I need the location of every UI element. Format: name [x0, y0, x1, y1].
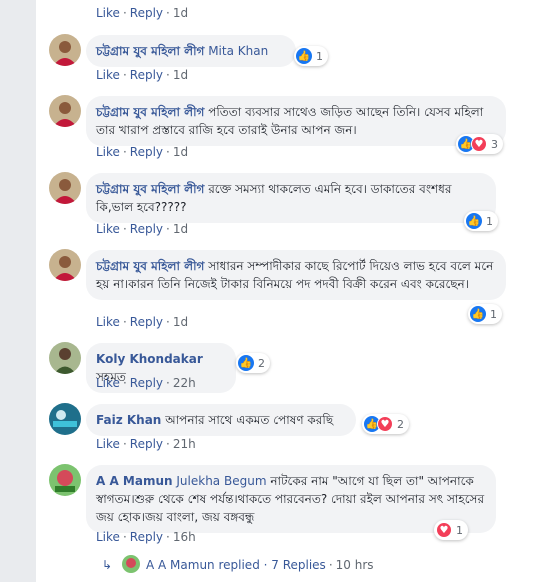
comment-time[interactable]: 21h	[173, 437, 196, 451]
reply-link[interactable]: Reply	[130, 530, 163, 544]
like-icon: 👍	[466, 213, 482, 229]
comment-bubble: চট্টগ্রাম যুব মহিলা লীগ Mita Khan	[86, 35, 296, 67]
comment-actions: Like · Reply · 21h	[96, 437, 196, 451]
comment-bubble: চট্টগ্রাম যুব মহিলা লীগ রক্তে সমস্যা থাক…	[86, 173, 496, 223]
reply-link[interactable]: Reply	[130, 222, 163, 236]
comment-bubble: Faiz Khan আপনার সাথে একমত পোষণ করছি	[86, 404, 356, 436]
reply-link[interactable]: Reply	[130, 68, 163, 82]
like-link[interactable]: Like	[96, 145, 120, 159]
like-icon: 👍	[296, 48, 312, 64]
comment-time[interactable]: 22h	[173, 376, 196, 390]
replies-link[interactable]: A A Mamun replied · 7 Replies · 10 hrs	[146, 558, 374, 572]
comments-panel: Like · Reply · 1d চট্টগ্রাম যুব মহিলা লীগ Mi…	[36, 0, 539, 582]
avatar[interactable]	[49, 34, 81, 66]
replies-time: 10 hrs	[335, 558, 374, 572]
reaction-summary[interactable]: 👍 ♥ 2	[362, 414, 409, 434]
reply-link[interactable]: Reply	[130, 376, 163, 390]
reply-link[interactable]: Reply	[130, 437, 163, 451]
like-link[interactable]: Like	[96, 315, 120, 329]
comment-author[interactable]: A A Mamun	[96, 474, 173, 488]
avatar[interactable]	[49, 172, 81, 204]
comment-actions: Like · Reply · 16h	[96, 530, 196, 544]
comment-author[interactable]: Koly Khondakar	[96, 352, 203, 366]
like-link[interactable]: Like	[96, 6, 120, 20]
comment-time[interactable]: 16h	[173, 530, 196, 544]
reaction-summary[interactable]: 👍 2	[236, 353, 270, 373]
reaction-summary[interactable]: 👍 1	[294, 46, 328, 66]
comment-text: আপনার সাথে একমত পোষণ করছি	[165, 413, 334, 427]
comment-author[interactable]: চট্টগ্রাম যুব মহিলা লীগ	[96, 259, 204, 273]
comment-time[interactable]: 1d	[173, 145, 188, 159]
comment-author[interactable]: Faiz Khan	[96, 413, 161, 427]
comment-actions: Like · Reply · 1d	[96, 222, 189, 236]
tagged-user[interactable]: Julekha Begum	[176, 474, 266, 488]
avatar[interactable]	[49, 342, 81, 374]
reply-link[interactable]: Reply	[130, 6, 163, 20]
reply-arrow-icon: ↳	[102, 558, 113, 572]
like-link[interactable]: Like	[96, 68, 120, 82]
avatar[interactable]	[49, 464, 81, 496]
reaction-summary[interactable]: 👍 1	[464, 211, 498, 231]
love-icon: ♥	[471, 136, 487, 152]
avatar	[122, 555, 140, 573]
comment-bubble: চট্টগ্রাম যুব মহিলা লীগ সাধারন সম্পাদীকা…	[86, 250, 506, 300]
reaction-summary[interactable]: 👍 ♥ 3	[456, 134, 503, 154]
like-link[interactable]: Like	[96, 530, 120, 544]
comment-actions: Like · Reply · 1d	[96, 68, 189, 82]
comment-actions: Like · Reply · 22h	[96, 376, 196, 390]
comment-actions: Like · Reply · 1d	[96, 145, 189, 159]
like-link[interactable]: Like	[96, 222, 120, 236]
avatar[interactable]	[49, 95, 81, 127]
tagged-user[interactable]: Mita Khan	[208, 44, 268, 58]
avatar[interactable]	[49, 249, 81, 281]
like-link[interactable]: Like	[96, 376, 120, 390]
reply-link[interactable]: Reply	[130, 315, 163, 329]
comment-actions: Like · Reply · 1d	[96, 6, 189, 20]
like-icon: 👍	[470, 306, 486, 322]
reaction-summary[interactable]: 👍 1	[468, 304, 502, 324]
comment-author[interactable]: চট্টগ্রাম যুব মহিলা লীগ	[96, 105, 204, 119]
comment-time[interactable]: 1d	[173, 68, 188, 82]
reply-link[interactable]: Reply	[130, 145, 163, 159]
avatar[interactable]	[49, 403, 81, 435]
love-icon: ♥	[436, 522, 452, 538]
reaction-summary[interactable]: ♥ 1	[434, 520, 468, 540]
comment-time[interactable]: 1d	[173, 222, 188, 236]
comment-time[interactable]: 1d	[173, 6, 188, 20]
comment-bubble: A A Mamun Julekha Begum নাটকের নাম "আগে …	[86, 465, 496, 533]
comment-bubble: চট্টগ্রাম যুব মহিলা লীগ পতিতা ব্যবসার সা…	[86, 96, 506, 146]
comment-author[interactable]: চট্টগ্রাম যুব মহিলা লীগ	[96, 44, 204, 58]
like-icon: 👍	[238, 355, 254, 371]
comment-actions: Like · Reply · 1d	[96, 315, 189, 329]
like-link[interactable]: Like	[96, 437, 120, 451]
comment-author[interactable]: চট্টগ্রাম যুব মহিলা লীগ	[96, 182, 204, 196]
love-icon: ♥	[377, 416, 393, 432]
comment-time[interactable]: 1d	[173, 315, 188, 329]
